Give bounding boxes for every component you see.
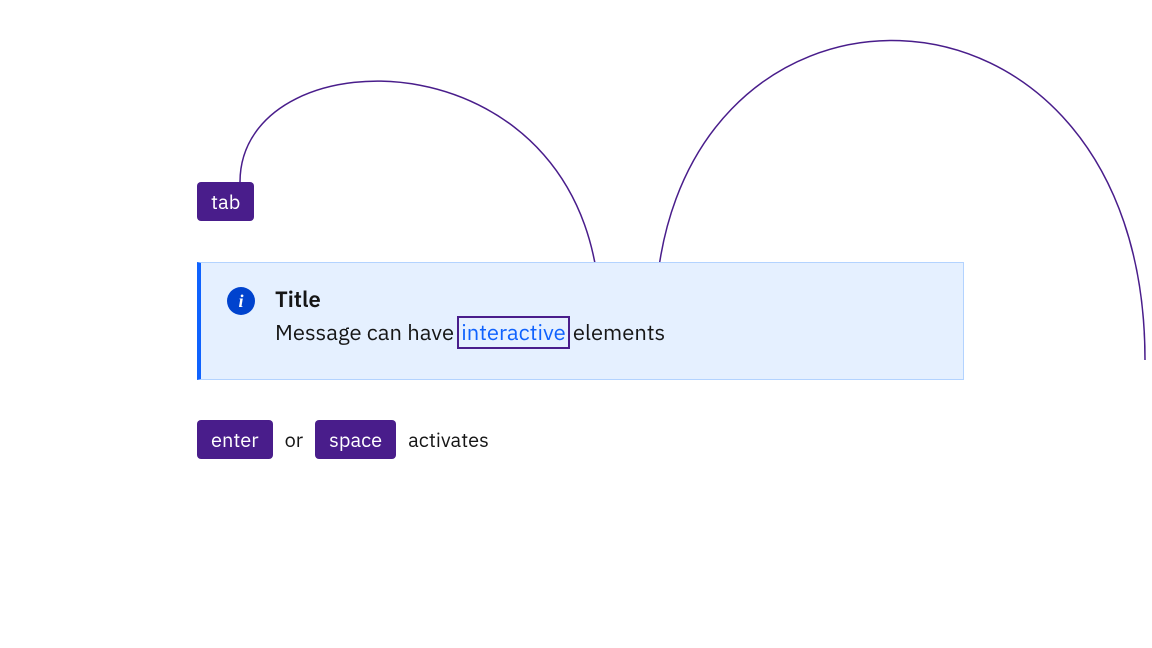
space-key: space xyxy=(315,420,396,459)
notification-title: Title xyxy=(275,285,937,314)
tab-key-label: tab xyxy=(211,188,240,215)
message-before: Message can have xyxy=(275,318,459,347)
notification-message: Message can have interactive elements xyxy=(275,318,937,347)
tab-key: tab xyxy=(197,182,254,221)
activates-text: activates xyxy=(408,426,489,453)
space-key-label: space xyxy=(329,426,382,453)
or-text: or xyxy=(285,426,304,453)
info-icon: i xyxy=(227,287,255,315)
message-after: elements xyxy=(568,318,666,347)
interactive-link[interactable]: interactive xyxy=(459,318,567,347)
activation-hint: enter or space activates xyxy=(197,420,489,459)
enter-key: enter xyxy=(197,420,273,459)
enter-key-label: enter xyxy=(211,426,259,453)
notification-body: Title Message can have interactive eleme… xyxy=(275,285,937,347)
notification-banner: i Title Message can have interactive ele… xyxy=(197,262,964,380)
